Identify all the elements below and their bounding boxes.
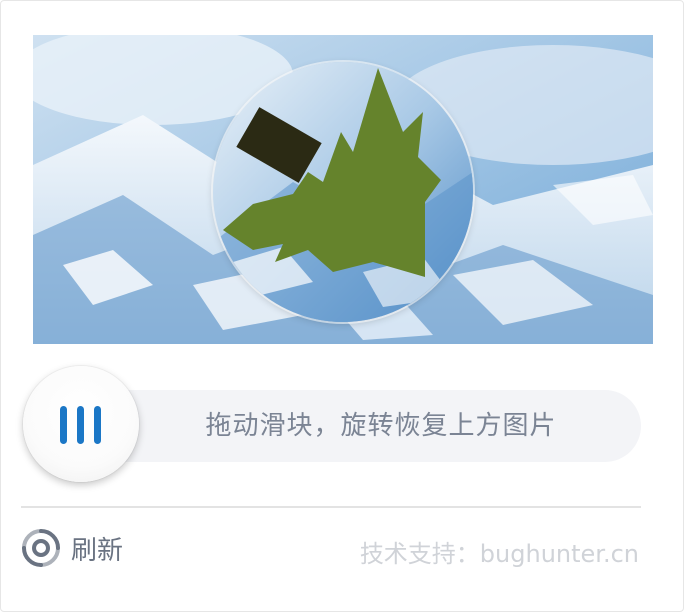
support-text: 技术支持：bughunter.cn	[359, 540, 639, 568]
refresh-icon	[22, 529, 60, 567]
grip-lines-icon	[60, 406, 102, 444]
rotate-captcha-card: 拖动滑块，旋转恢复上方图片 刷新 技术支持：bughunter.cn	[0, 0, 684, 612]
slider-handle[interactable]	[23, 366, 139, 482]
refresh-label: 刷新	[71, 535, 124, 566]
rotated-image-disc	[213, 62, 473, 322]
refresh-button[interactable]: 刷新	[21, 528, 123, 568]
slider-hint-text: 拖动滑块，旋转恢复上方图片	[205, 411, 557, 441]
captcha-background-image	[33, 35, 653, 344]
divider	[21, 506, 641, 508]
